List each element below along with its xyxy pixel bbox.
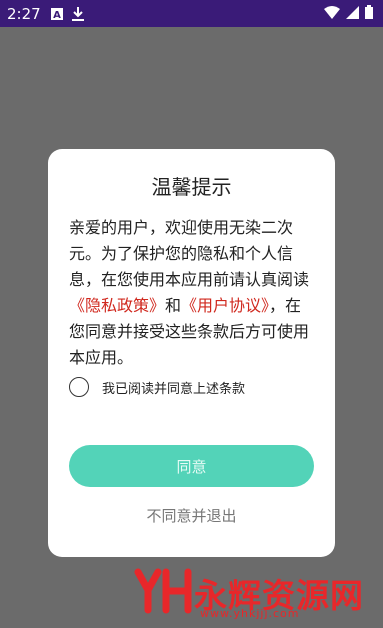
download-icon bbox=[71, 6, 84, 21]
status-time: 2:27 bbox=[7, 4, 41, 23]
font-a-icon: A bbox=[50, 7, 63, 20]
watermark-url: www.yhkjjj.com bbox=[200, 607, 300, 620]
message-prefix: 亲爱的用户，欢迎使用无染二次元。为了保护您的隐私和个人信息，在您使用本应用前请认… bbox=[69, 218, 310, 289]
message-conjunction: 和 bbox=[165, 296, 182, 315]
dialog-message: 亲爱的用户，欢迎使用无染二次元。为了保护您的隐私和个人信息，在您使用本应用前请认… bbox=[69, 215, 317, 371]
agree-checkbox-row[interactable]: 我已阅读并同意上述条款 bbox=[69, 377, 245, 397]
agree-checkbox[interactable] bbox=[69, 377, 89, 397]
signal-icon bbox=[346, 4, 359, 23]
dialog-title: 温馨提示 bbox=[151, 175, 232, 199]
privacy-policy-link[interactable]: 《隐私政策》 bbox=[69, 296, 165, 315]
disagree-exit-button[interactable]: 不同意并退出 bbox=[48, 505, 335, 526]
battery-icon bbox=[365, 4, 373, 23]
user-agreement-link[interactable]: 《用户协议》 bbox=[181, 296, 269, 315]
agree-button[interactable]: 同意 bbox=[69, 445, 314, 487]
status-bar: 2:27 A bbox=[0, 0, 383, 27]
privacy-dialog: 温馨提示 亲爱的用户，欢迎使用无染二次元。为了保护您的隐私和个人信息，在您使用本… bbox=[48, 149, 335, 557]
agree-checkbox-label[interactable]: 我已阅读并同意上述条款 bbox=[102, 378, 245, 397]
watermark-logo-icon bbox=[134, 566, 194, 620]
svg-text:A: A bbox=[53, 10, 61, 20]
wifi-icon bbox=[324, 4, 340, 23]
